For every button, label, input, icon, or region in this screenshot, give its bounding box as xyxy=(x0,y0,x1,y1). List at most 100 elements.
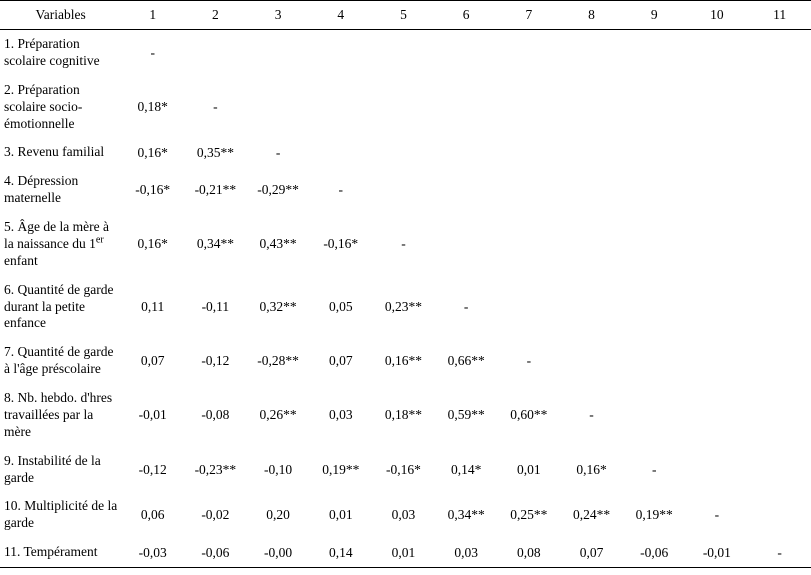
cell-value xyxy=(372,30,435,76)
cell-value: -0,11 xyxy=(184,276,247,339)
cell-value: 0,18** xyxy=(372,384,435,447)
cell-value: -0,08 xyxy=(184,384,247,447)
cell-value xyxy=(686,213,749,276)
cell-value: - xyxy=(184,76,247,139)
cell-value xyxy=(372,138,435,167)
cell-value xyxy=(623,138,686,167)
table-row: 11. Tempérament-0,03-0,06-0,000,140,010,… xyxy=(0,538,811,567)
row-label: 1. Préparation scolaire cognitive xyxy=(0,30,121,76)
cell-value: -0,28** xyxy=(247,338,310,384)
cell-value xyxy=(309,76,372,139)
cell-value xyxy=(560,167,623,213)
cell-value: 0,07 xyxy=(309,338,372,384)
cell-value xyxy=(686,276,749,339)
table-row: 1. Préparation scolaire cognitive- xyxy=(0,30,811,76)
cell-value xyxy=(748,30,811,76)
cell-value: -0,21** xyxy=(184,167,247,213)
header-col-11: 11 xyxy=(748,1,811,30)
cell-value: 0,16** xyxy=(372,338,435,384)
cell-value xyxy=(497,167,560,213)
cell-value: -0,01 xyxy=(686,538,749,567)
row-label: 3. Revenu familial xyxy=(0,138,121,167)
header-col-10: 10 xyxy=(686,1,749,30)
cell-value xyxy=(497,138,560,167)
cell-value: 0,16* xyxy=(560,447,623,493)
cell-value: - xyxy=(623,447,686,493)
cell-value xyxy=(686,384,749,447)
cell-value: 0,11 xyxy=(121,276,184,339)
cell-value xyxy=(623,30,686,76)
cell-value: -0,16* xyxy=(309,213,372,276)
cell-value xyxy=(372,76,435,139)
cell-value xyxy=(497,30,560,76)
table-row: 9. Instabilité de la garde-0,12-0,23**-0… xyxy=(0,447,811,493)
cell-value: 0,34** xyxy=(435,492,498,538)
cell-value xyxy=(686,167,749,213)
cell-value: -0,01 xyxy=(121,384,184,447)
cell-value xyxy=(560,76,623,139)
cell-value: 0,08 xyxy=(497,538,560,567)
cell-value xyxy=(686,76,749,139)
cell-value xyxy=(623,276,686,339)
cell-value: 0,16* xyxy=(121,138,184,167)
row-label: 11. Tempérament xyxy=(0,538,121,567)
cell-value: 0,23** xyxy=(372,276,435,339)
cell-value xyxy=(748,276,811,339)
header-col-5: 5 xyxy=(372,1,435,30)
cell-value xyxy=(748,138,811,167)
header-col-4: 4 xyxy=(309,1,372,30)
cell-value: - xyxy=(497,338,560,384)
cell-value: -0,29** xyxy=(247,167,310,213)
cell-value: 0,35** xyxy=(184,138,247,167)
cell-value: -0,12 xyxy=(121,447,184,493)
table-row: 8. Nb. hebdo. d'hres travaillées par la … xyxy=(0,384,811,447)
cell-value xyxy=(435,30,498,76)
cell-value: - xyxy=(247,138,310,167)
cell-value xyxy=(686,138,749,167)
table-row: 5. Âge de la mère à la naissance du 1er … xyxy=(0,213,811,276)
cell-value xyxy=(686,30,749,76)
correlation-table: Variables 1 2 3 4 5 6 7 8 9 10 11 1. Pré… xyxy=(0,0,811,568)
cell-value xyxy=(560,276,623,339)
cell-value: 0,06 xyxy=(121,492,184,538)
cell-value: -0,10 xyxy=(247,447,310,493)
cell-value xyxy=(748,447,811,493)
header-col-2: 2 xyxy=(184,1,247,30)
cell-value: -0,06 xyxy=(623,538,686,567)
cell-value: 0,03 xyxy=(309,384,372,447)
row-label: 2. Préparation scolaire socio-émotionnel… xyxy=(0,76,121,139)
cell-value xyxy=(623,384,686,447)
cell-value: - xyxy=(748,538,811,567)
cell-value xyxy=(623,76,686,139)
cell-value: 0,01 xyxy=(309,492,372,538)
cell-value: -0,16* xyxy=(372,447,435,493)
cell-value xyxy=(623,213,686,276)
header-col-7: 7 xyxy=(497,1,560,30)
table-row: 2. Préparation scolaire socio-émotionnel… xyxy=(0,76,811,139)
cell-value xyxy=(184,30,247,76)
cell-value xyxy=(560,213,623,276)
cell-value: - xyxy=(560,384,623,447)
table-row: 6. Quantité de garde durant la petite en… xyxy=(0,276,811,339)
cell-value: 0,03 xyxy=(435,538,498,567)
cell-value xyxy=(309,30,372,76)
cell-value: 0,32** xyxy=(247,276,310,339)
table-row: 4. Dépression maternelle-0,16*-0,21**-0,… xyxy=(0,167,811,213)
table-row: 3. Revenu familial0,16*0,35**- xyxy=(0,138,811,167)
cell-value: 0,14 xyxy=(309,538,372,567)
cell-value: 0,66** xyxy=(435,338,498,384)
header-col-8: 8 xyxy=(560,1,623,30)
cell-value: 0,16* xyxy=(121,213,184,276)
cell-value: - xyxy=(309,167,372,213)
cell-value: - xyxy=(686,492,749,538)
cell-value xyxy=(560,338,623,384)
header-col-3: 3 xyxy=(247,1,310,30)
cell-value: 0,34** xyxy=(184,213,247,276)
cell-value: 0,19** xyxy=(623,492,686,538)
header-variables: Variables xyxy=(0,1,121,30)
cell-value xyxy=(748,384,811,447)
cell-value: 0,07 xyxy=(121,338,184,384)
row-label: 7. Quantité de garde à l'âge préscolaire xyxy=(0,338,121,384)
cell-value xyxy=(435,76,498,139)
cell-value xyxy=(748,167,811,213)
